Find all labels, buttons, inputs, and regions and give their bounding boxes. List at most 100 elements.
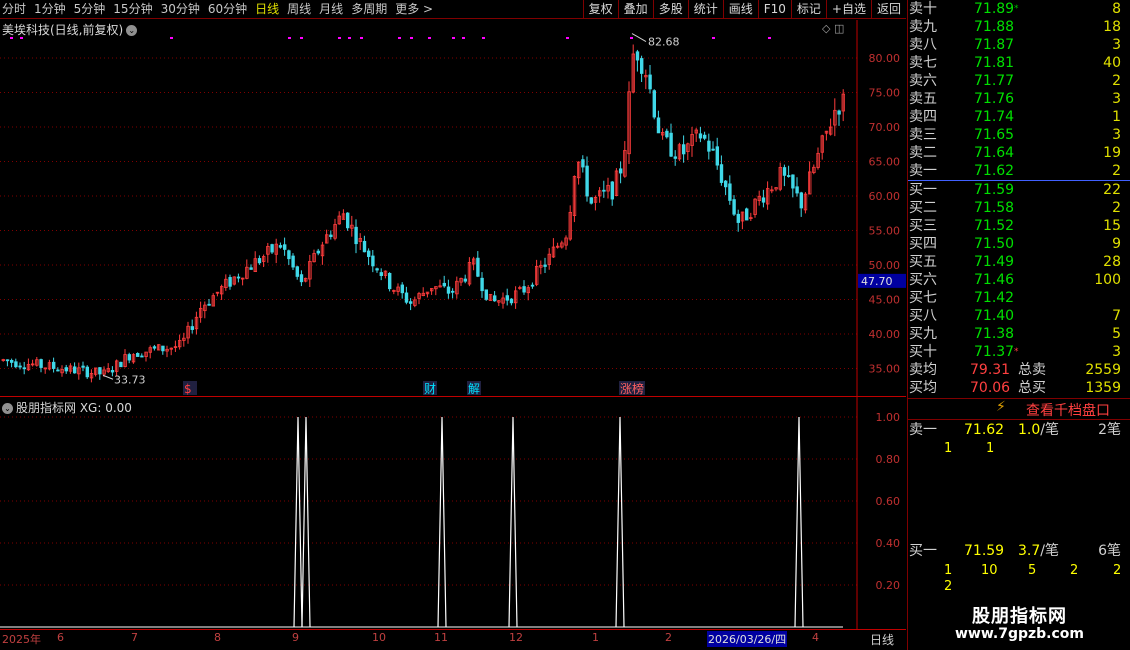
tab-5min[interactable]: 5分钟 xyxy=(74,1,106,17)
ask-level-volume: 3 xyxy=(1112,37,1121,53)
ask-level-row[interactable]: 卖十 71.89 * 8 xyxy=(908,0,1130,18)
low-pointer xyxy=(102,374,114,380)
bid-level-row[interactable]: 买十 71.37 * 3 xyxy=(908,343,1130,361)
ask-level-row[interactable]: 卖四 71.74 1 xyxy=(908,108,1130,126)
bid-level-label: 买六 xyxy=(909,272,937,288)
candle-body xyxy=(228,277,232,287)
ask-level-volume: 2 xyxy=(1112,73,1121,89)
overlay-button[interactable]: 叠加 xyxy=(617,0,653,19)
low-price-label: 33.73 xyxy=(114,373,146,386)
candle-body xyxy=(9,359,14,363)
tab-more[interactable]: 更多 > xyxy=(395,1,433,17)
tab-multi-period[interactable]: 多周期 xyxy=(351,1,387,17)
tab-intraday[interactable]: 分时 xyxy=(2,1,26,17)
add-watchlist-button[interactable]: +自选 xyxy=(825,0,871,19)
ask-level-label: 卖三 xyxy=(909,127,937,143)
candle-body xyxy=(648,74,652,90)
chevron-down-icon[interactable]: ⌄ xyxy=(126,25,138,36)
level-marker: * xyxy=(1014,4,1019,14)
ask-queue-orders: 1 1 xyxy=(908,441,1130,457)
back-button[interactable]: 返回 xyxy=(870,0,906,19)
candle-body xyxy=(22,367,26,370)
bid-level-price: 71.46 xyxy=(974,272,1015,288)
candle-body xyxy=(404,292,409,303)
chevron-down-icon[interactable]: ⌄ xyxy=(2,403,13,414)
candle-body xyxy=(589,197,593,204)
candle-body xyxy=(73,366,77,374)
tab-monthly[interactable]: 月线 xyxy=(319,1,343,17)
bid-average-row: 买均 70.06 总买 1359 xyxy=(908,379,1130,397)
price-tick-label: 65.00 xyxy=(869,156,901,169)
candle-body xyxy=(387,272,392,290)
bid-level-row[interactable]: 买三 71.52 15 xyxy=(908,217,1130,235)
ask-level-row[interactable]: 卖一 71.62 2 xyxy=(908,162,1130,180)
statistics-button[interactable]: 统计 xyxy=(687,0,723,19)
bid-level-row[interactable]: 买八 71.40 7 xyxy=(908,307,1130,325)
ask-level-volume: 3 xyxy=(1112,91,1121,107)
ask-level-volume: 2 xyxy=(1112,163,1121,179)
queue-order: 10 xyxy=(981,563,998,578)
ask-level-row[interactable]: 卖六 71.77 2 xyxy=(908,72,1130,90)
candle-body xyxy=(135,352,140,357)
view-depth-button[interactable]: ⚡ 查看千档盘口 xyxy=(908,399,1130,419)
tab-60min[interactable]: 60分钟 xyxy=(208,1,247,17)
ask-level-row[interactable]: 卖九 71.88 18 xyxy=(908,18,1130,36)
f10-button[interactable]: F10 xyxy=(757,0,791,19)
bid-level-row[interactable]: 买九 71.38 5 xyxy=(908,325,1130,343)
bid-level-volume: 15 xyxy=(1103,218,1121,234)
kline-chart[interactable]: 80.00 75.00 70.00 65.00 60.00 55.00 50.00 45.00… xyxy=(0,20,906,396)
multi-stock-button[interactable]: 多股 xyxy=(652,0,688,19)
ask-level-row[interactable]: 卖八 71.87 3 xyxy=(908,36,1130,54)
tab-weekly[interactable]: 周线 xyxy=(287,1,311,17)
ask-level-label: 卖六 xyxy=(909,73,937,89)
signal-spike xyxy=(508,416,518,628)
candle-body xyxy=(530,284,535,287)
bid-level-row[interactable]: 买一 71.59 22 xyxy=(908,181,1130,199)
price-tick-label: 80.00 xyxy=(869,52,901,65)
candle-body xyxy=(5,359,10,362)
candle-body xyxy=(795,186,799,194)
bid-level-volume: 28 xyxy=(1103,254,1121,270)
bid-level-row[interactable]: 买七 71.42 xyxy=(908,289,1130,307)
tab-1min[interactable]: 1分钟 xyxy=(34,1,66,17)
candle-body xyxy=(581,159,585,168)
tab-daily[interactable]: 日线 xyxy=(255,1,279,17)
tab-15min[interactable]: 15分钟 xyxy=(113,1,152,17)
total-ask-label: 总卖 xyxy=(1018,362,1046,378)
ask-level-row[interactable]: 卖五 71.76 3 xyxy=(908,90,1130,108)
adjust-button[interactable]: 复权 xyxy=(582,0,618,19)
kline-canvas[interactable]: 80.00 75.00 70.00 65.00 60.00 55.00 50.00 45.00… xyxy=(0,20,906,396)
ask-level-row[interactable]: 卖三 71.65 3 xyxy=(908,126,1130,144)
bid-level-price: 71.59 xyxy=(974,182,1015,198)
date-tick: 10 xyxy=(372,631,386,644)
bid-level-row[interactable]: 买六 71.46 100 xyxy=(908,271,1130,289)
candle-body xyxy=(761,197,766,203)
ask-level-row[interactable]: 卖七 71.81 40 xyxy=(908,54,1130,72)
mark-button[interactable]: 标记 xyxy=(790,0,826,19)
candle-body xyxy=(249,267,253,270)
period-indicator[interactable]: 日线 xyxy=(870,631,894,648)
candle-body xyxy=(619,168,623,174)
candle-body xyxy=(543,264,547,267)
view-depth-label: 查看千档盘口 xyxy=(1026,403,1110,419)
chart-mode-icons[interactable]: ◇ ◫ xyxy=(822,22,844,35)
bid-level-row[interactable]: 买五 71.49 28 xyxy=(908,253,1130,271)
chart-title: 美埃科技(日线,前复权) ⌄ xyxy=(2,21,138,38)
indicator-canvas[interactable]: 1.00 0.80 0.60 0.40 0.20 xyxy=(0,397,906,629)
candle-body xyxy=(522,286,526,293)
ask-level-price: 71.65 xyxy=(974,127,1015,143)
tab-30min[interactable]: 30分钟 xyxy=(161,1,200,17)
date-axis: 2025年 6 7 8 9 10 11 12 1 2 2026/03/26/四 … xyxy=(0,630,906,650)
ask-level-row[interactable]: 卖二 71.64 19 xyxy=(908,144,1130,162)
bid-level-label: 买七 xyxy=(909,290,937,306)
bid-level-price: 71.40 xyxy=(974,308,1015,324)
candle-body xyxy=(64,367,68,372)
draw-line-button[interactable]: 画线 xyxy=(722,0,758,19)
signal-dot xyxy=(452,37,455,39)
bid-level-row[interactable]: 买四 71.50 9 xyxy=(908,235,1130,253)
signal-spike xyxy=(794,416,804,628)
watermark-logo: 股朋指标网 www.7gpzb.com xyxy=(908,598,1130,650)
bid-level-label: 买三 xyxy=(909,218,937,234)
date-tick: 6 xyxy=(57,631,64,644)
bid-level-row[interactable]: 买二 71.58 2 xyxy=(908,199,1130,217)
